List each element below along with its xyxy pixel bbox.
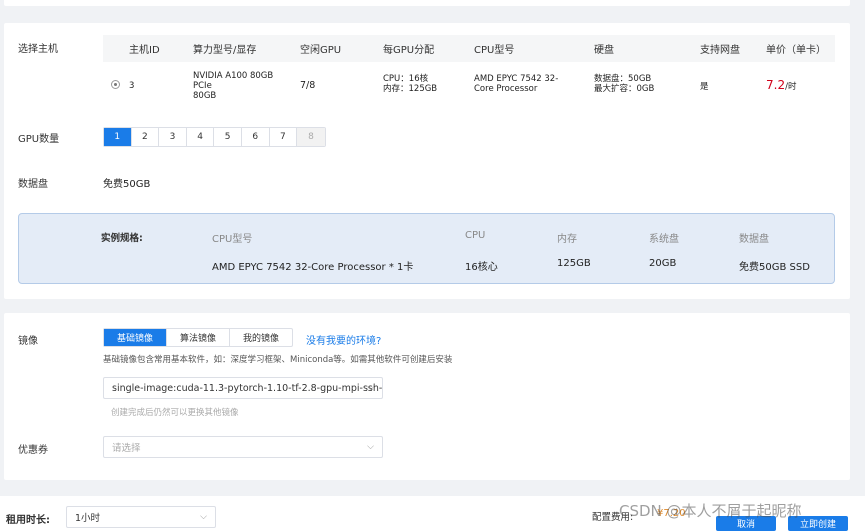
spec-val-memory: 125GB <box>557 258 591 269</box>
instance-spec-box: 实例规格: CPU型号 CPU 内存 系统盘 数据盘 AMD EPYC 7542… <box>18 213 835 284</box>
csdn-watermark: CSDN @本人不屑于起昵称 <box>619 502 802 520</box>
chevron-down-icon: ⌵ <box>367 383 374 393</box>
header-net-disk: 支持网盘 <box>700 45 740 56</box>
gpu-count-option-5[interactable]: 5 <box>214 128 242 146</box>
no-env-link[interactable]: 没有我要的环境? <box>306 332 381 347</box>
gpu-count-selector: 1 2 3 4 5 6 7 8 <box>103 127 326 147</box>
spec-val-system-disk: 20GB <box>649 258 677 269</box>
image-subhint: 创建完成后仍然可以更换其他镜像 <box>111 408 239 418</box>
spec-head-data-disk: 数据盘 <box>739 234 769 245</box>
gpu-model-line-3: 80GB <box>193 91 217 101</box>
gpu-count-option-7[interactable]: 7 <box>269 128 298 146</box>
spec-head-cpu-model: CPU型号 <box>212 234 253 245</box>
price-number: 7.2 <box>766 78 786 92</box>
chevron-down-icon: ⌵ <box>200 512 207 522</box>
duration-label: 租用时长: <box>6 515 50 526</box>
host-radio[interactable] <box>111 80 120 92</box>
image-select-value: single-image:cuda-11.3-pytorch-1.10-tf-2… <box>112 382 383 394</box>
spec-val-cpu-model: AMD EPYC 7542 32-Core Processor * 1卡 <box>212 262 414 273</box>
host-id-value: 3 <box>129 81 135 91</box>
gpu-count-option-3[interactable]: 3 <box>159 128 187 146</box>
spec-val-data-disk: 免费50GB SSD <box>739 262 810 273</box>
gpu-count-option-6[interactable]: 6 <box>241 128 270 146</box>
header-gpu-model: 算力型号/显存 <box>193 45 257 56</box>
disk-max-expand: 最大扩容：0GB <box>594 84 655 94</box>
header-host-id: 主机ID <box>129 45 160 56</box>
tab-base-image[interactable]: 基础镜像 <box>104 329 168 346</box>
gpu-count-label: GPU数量 <box>18 134 60 145</box>
gpu-model-value: NVIDIA A100 80GB PCIe 80GB <box>193 71 273 101</box>
spec-val-cpu: 16核心 <box>465 262 498 273</box>
free-gpu-value: 7/8 <box>300 80 316 91</box>
per-gpu-cpu: CPU：16核 <box>383 74 429 84</box>
host-table-header: 主机ID 算力型号/显存 空闲GPU 每GPU分配 CPU型号 硬盘 支持网盘 … <box>103 35 835 62</box>
coupon-placeholder: 请选择 <box>112 443 141 454</box>
host-table: 主机ID 算力型号/显存 空闲GPU 每GPU分配 CPU型号 硬盘 支持网盘 … <box>103 35 835 108</box>
duration-value: 1小时 <box>75 513 101 524</box>
host-section-label: 选择主机 <box>18 44 58 55</box>
spec-head-system-disk: 系统盘 <box>649 234 679 245</box>
header-disk: 硬盘 <box>594 45 614 56</box>
table-row[interactable]: 3 NVIDIA A100 80GB PCIe 80GB 7/8 CPU：16核… <box>103 62 835 108</box>
tab-my-image[interactable]: 我的镜像 <box>230 329 292 346</box>
data-disk-label: 数据盘 <box>18 179 48 190</box>
gpu-count-option-4[interactable]: 4 <box>186 128 215 146</box>
header-per-gpu: 每GPU分配 <box>383 45 435 56</box>
gpu-model-line-2: PCIe <box>193 81 212 91</box>
cpu-model-value: AMD EPYC 7542 32- Core Processor <box>474 74 558 94</box>
disk-data: 数据盘：50GB <box>594 74 652 84</box>
gpu-count-option-8: 8 <box>297 128 325 146</box>
spec-head-cpu: CPU <box>465 230 486 241</box>
image-tabs: 基础镜像 算法镜像 我的镜像 <box>103 328 294 347</box>
price-unit: /时 <box>785 82 797 92</box>
spec-label: 实例规格: <box>101 233 143 244</box>
duration-select[interactable]: 1小时 ⌵ <box>66 506 216 528</box>
net-disk-value: 是 <box>700 82 709 92</box>
tab-algorithm-image[interactable]: 算法镜像 <box>167 329 231 346</box>
disk-value: 数据盘：50GB 最大扩容：0GB <box>594 74 654 94</box>
image-select[interactable]: single-image:cuda-11.3-pytorch-1.10-tf-2… <box>103 377 383 399</box>
gpu-count-option-2[interactable]: 2 <box>131 128 160 146</box>
gpu-count-option-1[interactable]: 1 <box>104 128 132 146</box>
cpu-model-line-2: Core Processor <box>474 84 538 94</box>
chevron-down-icon: ⌵ <box>367 442 374 452</box>
image-selection-card: 镜像 基础镜像 算法镜像 我的镜像 没有我要的环境? 基础镜像包含常用基本软件，… <box>4 313 850 480</box>
per-gpu-value: CPU：16核 内存：125GB <box>383 74 437 94</box>
coupon-label: 优惠券 <box>18 445 48 456</box>
host-selection-card: 选择主机 主机ID 算力型号/显存 空闲GPU 每GPU分配 CPU型号 硬盘 … <box>4 23 850 299</box>
image-hint: 基础镜像包含常用基本软件，如：深度学习框架、Miniconda等。如需其他软件可… <box>103 355 453 365</box>
previous-section-card <box>4 0 850 6</box>
data-disk-value: 免费50GB <box>103 179 151 190</box>
header-cpu-model: CPU型号 <box>474 45 515 56</box>
header-price: 单价（单卡） <box>766 45 826 56</box>
per-gpu-memory: 内存：125GB <box>383 84 438 94</box>
cpu-model-line-1: AMD EPYC 7542 32- <box>474 74 559 84</box>
spec-head-memory: 内存 <box>557 234 577 245</box>
price-value: 7.2/时 <box>766 78 796 92</box>
coupon-select[interactable]: 请选择 ⌵ <box>103 436 383 458</box>
header-free-gpu: 空闲GPU <box>300 45 342 56</box>
image-section-label: 镜像 <box>18 336 38 347</box>
gpu-model-line-1: NVIDIA A100 80GB <box>193 71 274 81</box>
